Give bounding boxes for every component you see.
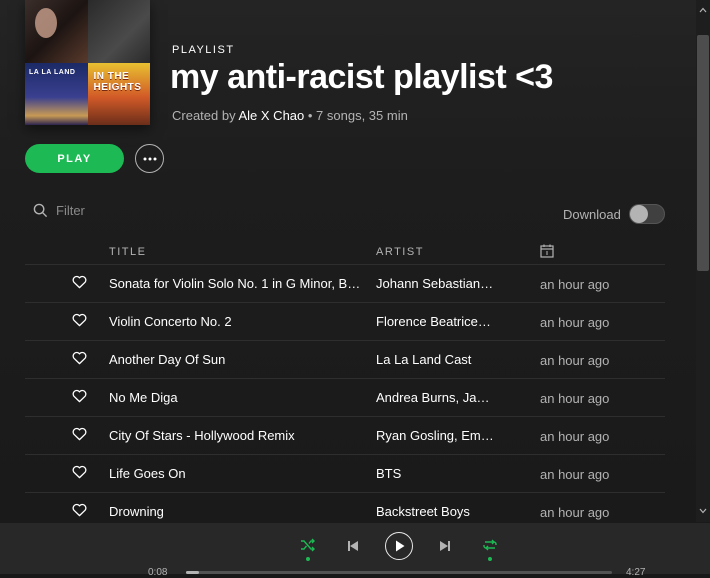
playlist-meta: Created by Ale X Chao • 7 songs, 35 min xyxy=(172,108,408,123)
table-row[interactable]: Drowning Backstreet Boys an hour ago xyxy=(25,493,665,522)
track-added-date: an hour ago xyxy=(540,429,610,444)
repeat-active-dot xyxy=(488,557,492,561)
track-artist[interactable]: Andrea Burns, Ja… xyxy=(376,390,498,405)
scrollbar[interactable] xyxy=(696,0,710,522)
play-pause-button[interactable] xyxy=(385,532,413,560)
track-artist[interactable]: Ryan Gosling, Em… xyxy=(376,428,498,443)
skip-forward-icon xyxy=(440,541,450,551)
download-control: Download xyxy=(563,204,665,224)
heart-icon[interactable] xyxy=(72,313,87,332)
playlist-stats: • 7 songs, 35 min xyxy=(304,108,408,123)
cover-tile: LA LA LAND xyxy=(25,62,88,125)
repeat-button[interactable] xyxy=(482,538,498,561)
owner-link[interactable]: Ale X Chao xyxy=(239,108,305,123)
heart-icon[interactable] xyxy=(72,389,87,408)
table-row[interactable]: Life Goes On BTS an hour ago xyxy=(25,455,665,493)
heart-icon[interactable] xyxy=(72,465,87,484)
cover-tile-text: IN THE HEIGHTS xyxy=(93,70,142,93)
table-row[interactable]: Violin Concerto No. 2 Florence Beatrice… a… xyxy=(25,303,665,341)
skip-back-icon xyxy=(348,541,358,551)
playlist-title: my anti-racist playlist <3 xyxy=(170,58,553,96)
track-title[interactable]: Drowning xyxy=(109,504,365,519)
track-title[interactable]: Sonata for Violin Solo No. 1 in G Minor,… xyxy=(109,276,365,291)
track-added-date: an hour ago xyxy=(540,467,610,482)
scrollbar-thumb[interactable] xyxy=(697,35,709,271)
shuffle-icon xyxy=(301,538,315,552)
track-added-date: an hour ago xyxy=(540,391,610,406)
playlist-type-label: PLAYLIST xyxy=(172,44,235,56)
column-header-date[interactable] xyxy=(540,244,554,261)
scroll-up-icon[interactable] xyxy=(699,7,707,13)
heart-icon[interactable] xyxy=(72,351,87,370)
filter-input[interactable] xyxy=(56,203,176,218)
cover-tile: IN THE HEIGHTS xyxy=(87,62,150,125)
track-title[interactable]: City Of Stars - Hollywood Remix xyxy=(109,428,365,443)
track-artist[interactable]: La La Land Cast xyxy=(376,352,498,367)
cover-tile-text: LA LA LAND xyxy=(29,68,76,76)
table-row[interactable]: City Of Stars - Hollywood Remix Ryan Gosl… xyxy=(25,417,665,455)
table-row[interactable]: Sonata for Violin Solo No. 1 in G Minor,… xyxy=(25,265,665,303)
track-added-date: an hour ago xyxy=(540,505,610,520)
table-row[interactable]: No Me Diga Andrea Burns, Ja… an hour ago xyxy=(25,379,665,417)
column-header-title[interactable]: TITLE xyxy=(109,246,146,258)
next-button[interactable] xyxy=(439,539,451,557)
track-title[interactable]: Another Day Of Sun xyxy=(109,352,365,367)
playlist-cover: LA LA LAND IN THE HEIGHTS xyxy=(25,0,150,125)
toggle-knob xyxy=(629,205,648,223)
filter-box xyxy=(33,203,176,218)
heart-icon[interactable] xyxy=(72,427,87,446)
track-title[interactable]: Violin Concerto No. 2 xyxy=(109,314,365,329)
track-list: Sonata for Violin Solo No. 1 in G Minor,… xyxy=(25,265,665,522)
track-title[interactable]: No Me Diga xyxy=(109,390,365,405)
player-bar: 0:08 4:27 xyxy=(0,522,710,578)
more-options-button[interactable] xyxy=(135,144,164,173)
heart-icon[interactable] xyxy=(72,275,87,294)
track-artist[interactable]: Johann Sebastian… xyxy=(376,276,498,291)
previous-button[interactable] xyxy=(347,539,359,557)
repeat-icon xyxy=(483,539,497,551)
calendar-icon xyxy=(540,244,554,258)
download-label: Download xyxy=(563,206,621,222)
more-horizontal-icon xyxy=(143,157,156,160)
table-row[interactable]: Another Day Of Sun La La Land Cast an hour… xyxy=(25,341,665,379)
shuffle-button[interactable] xyxy=(300,538,316,561)
play-button[interactable]: PLAY xyxy=(25,144,124,173)
search-icon xyxy=(33,203,48,218)
track-artist[interactable]: Backstreet Boys xyxy=(376,504,498,519)
cover-tile xyxy=(87,0,150,63)
play-icon xyxy=(395,540,404,552)
column-header-artist[interactable]: ARTIST xyxy=(376,246,424,258)
track-title[interactable]: Life Goes On xyxy=(109,466,365,481)
track-artist[interactable]: Florence Beatrice… xyxy=(376,314,498,329)
track-artist[interactable]: BTS xyxy=(376,466,498,481)
track-added-date: an hour ago xyxy=(540,353,610,368)
created-by-label: Created by xyxy=(172,108,239,123)
scroll-down-icon[interactable] xyxy=(699,508,707,514)
cover-tile xyxy=(25,0,88,63)
download-toggle[interactable] xyxy=(628,204,665,224)
heart-icon[interactable] xyxy=(72,503,87,522)
main-view: LA LA LAND IN THE HEIGHTS PLAYLIST my an… xyxy=(0,0,696,522)
track-added-date: an hour ago xyxy=(540,315,610,330)
track-added-date: an hour ago xyxy=(540,277,610,292)
shuffle-active-dot xyxy=(306,557,310,561)
